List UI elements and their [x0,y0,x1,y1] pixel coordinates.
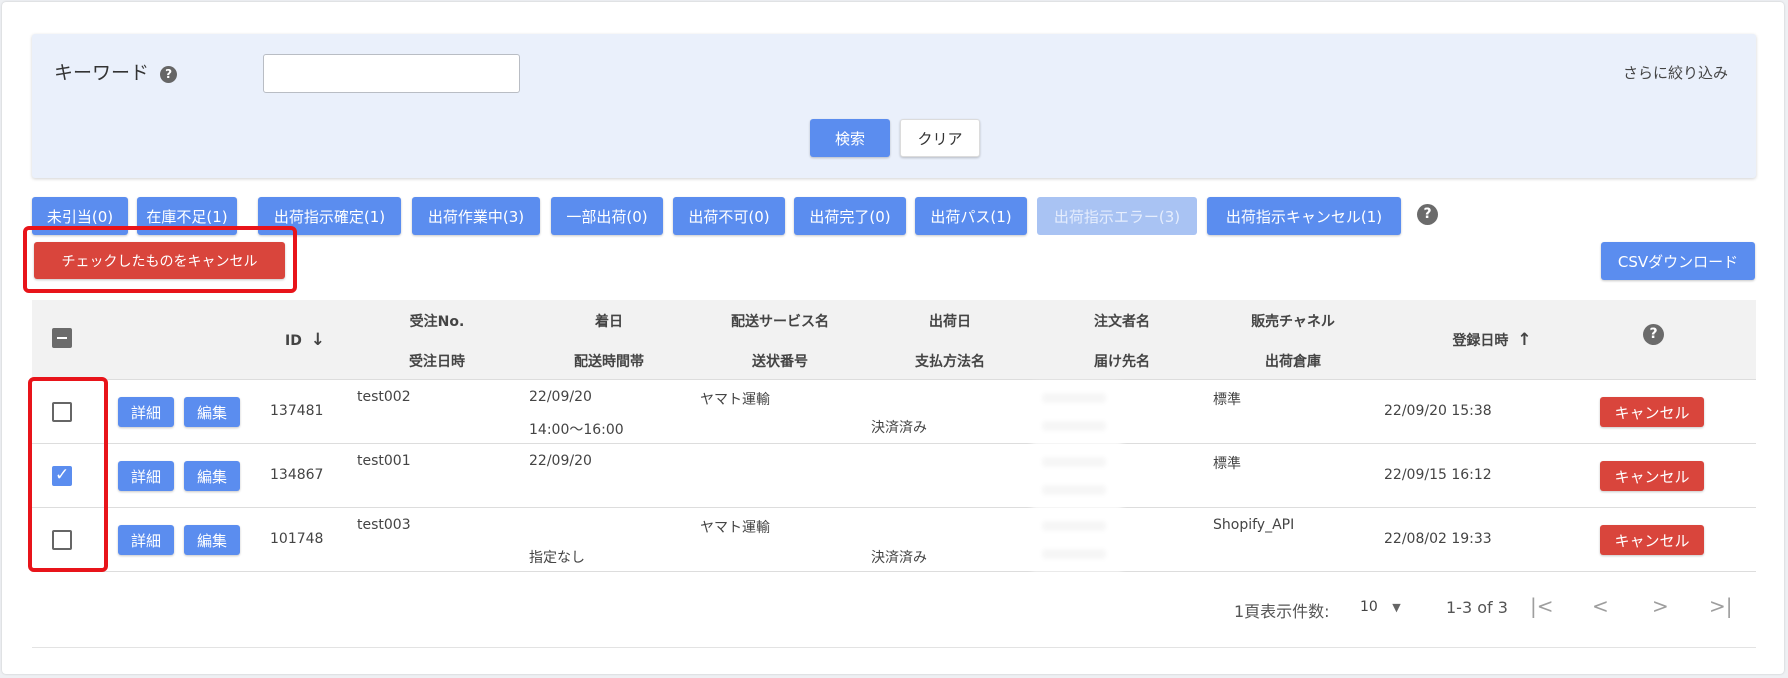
prev-page-icon[interactable]: < [1592,594,1609,618]
header-recipient[interactable]: 届け先名 [1094,351,1150,371]
main-card: キーワード ? さらに絞り込み 検索 クリア 未引当(0) 在庫不足(1) 出荷… [2,2,1784,674]
keyword-label: キーワード ? [54,58,178,85]
edit-button[interactable]: 編集 [184,461,240,491]
search-button[interactable]: 検索 [810,119,890,157]
table-header: ID ↓ 受注No. 受注日時 着日 配送時間帯 配送サービス名 送状番号 出荷… [32,300,1756,380]
table-row: 詳細 編集 137481 test002 22/09/20 14:00〜16:0… [32,381,1756,444]
cell-registered-at: 22/09/20 15:38 [1384,403,1492,419]
header-order-date[interactable]: 受注日時 [409,351,465,371]
edit-button[interactable]: 編集 [184,525,240,555]
header-orderer[interactable]: 注文者名 [1094,311,1150,331]
cell-channel: 標準 [1213,392,1241,408]
row-checkbox[interactable] [52,530,72,550]
header-registered-label: 登録日時 [1452,333,1509,349]
keyword-input[interactable] [263,54,520,93]
bottom-divider [32,647,1756,648]
table-row: 詳細 編集 101748 test003 指定なし ヤマト運輸 決済済み Sho… [32,509,1756,572]
status-tab-in-progress[interactable]: 出荷作業中(3) [412,197,540,235]
cell-channel: Shopify_API [1213,517,1295,533]
rows-per-page-select[interactable]: 10 ▼ [1360,599,1401,615]
status-tab-instruction-confirmed[interactable]: 出荷指示確定(1) [258,197,401,235]
header-order-no[interactable]: 受注No. [410,311,465,331]
header-warehouse[interactable]: 出荷倉庫 [1265,351,1321,371]
cell-delivery-time: 14:00〜16:00 [529,422,624,438]
header-tracking-no[interactable]: 送状番号 [752,351,808,371]
cell-order-no: test003 [357,517,411,533]
cell-order-no: test002 [357,389,411,405]
cell-arrival-date: 22/09/20 [529,453,592,469]
header-channel[interactable]: 販売チャネル [1251,311,1335,331]
status-help-icon[interactable]: ? [1417,204,1438,225]
more-filter-link[interactable]: さらに絞り込み [1623,62,1728,83]
rows-per-page-label: 1頁表示件数: [1234,602,1330,621]
detail-button[interactable]: 詳細 [118,397,174,427]
cell-payment: 決済済み [871,420,927,436]
next-page-icon[interactable]: > [1652,594,1669,618]
header-payment[interactable]: 支払方法名 [915,351,985,371]
cell-arrival-date: 22/09/20 [529,389,592,405]
cell-delivery-service: ヤマト運輸 [700,520,770,536]
header-help-icon[interactable]: ? [1643,324,1664,345]
status-tab-unallocated[interactable]: 未引当(0) [32,197,128,235]
row-cancel-button[interactable]: キャンセル [1600,461,1704,491]
sort-down-icon: ↓ [310,330,325,350]
status-tab-out-of-stock[interactable]: 在庫不足(1) [137,197,237,235]
sort-up-icon: ↑ [1517,330,1532,350]
header-ship-date[interactable]: 出荷日 [929,311,971,331]
cell-registered-at: 22/09/15 16:12 [1384,467,1492,483]
header-registered-at[interactable]: 登録日時 ↑ [1452,330,1531,350]
header-delivery-service[interactable]: 配送サービス名 [731,311,829,331]
cell-id: 134867 [270,467,324,483]
privacy-blur [1032,382,1122,572]
cell-id: 101748 [270,531,324,547]
cell-registered-at: 22/08/02 19:33 [1384,531,1492,547]
detail-button[interactable]: 詳細 [118,461,174,491]
status-tab-cancelled[interactable]: 出荷指示キャンセル(1) [1207,197,1401,235]
keyword-label-text: キーワード [54,62,150,84]
edit-button[interactable]: 編集 [184,397,240,427]
last-page-icon[interactable]: >| [1709,594,1733,618]
status-tab-error: 出荷指示エラー(3) [1037,197,1197,235]
table-row: ✓ 詳細 編集 134867 test001 22/09/20 標準 22/09… [32,445,1756,508]
header-id-label: ID [285,333,302,349]
row-checkbox[interactable]: ✓ [52,465,72,486]
row-checkbox[interactable] [52,402,72,422]
row-cancel-button[interactable]: キャンセル [1600,525,1704,555]
clear-button[interactable]: クリア [900,119,980,157]
cell-id: 137481 [270,403,324,419]
select-all-checkbox[interactable] [52,328,72,348]
search-panel: キーワード ? さらに絞り込み 検索 クリア [32,34,1756,178]
status-tab-cannot-ship[interactable]: 出荷不可(0) [673,197,785,235]
cell-delivery-time: 指定なし [529,550,585,566]
status-tab-pass[interactable]: 出荷パス(1) [915,197,1027,235]
checkmark-icon: ✓ [55,465,70,485]
detail-button[interactable]: 詳細 [118,525,174,555]
header-arrival-date[interactable]: 着日 [595,311,623,331]
status-tab-shipped[interactable]: 出荷完了(0) [794,197,906,235]
cancel-checked-button[interactable]: チェックしたものをキャンセル [34,242,285,279]
row-cancel-button[interactable]: キャンセル [1600,397,1704,427]
cell-order-no: test001 [357,453,411,469]
cell-channel: 標準 [1213,456,1241,472]
cell-payment: 決済済み [871,550,927,566]
pagination-range: 1-3 of 3 [1446,598,1508,617]
first-page-icon[interactable]: |< [1530,594,1554,618]
csv-download-button[interactable]: CSVダウンロード [1601,242,1755,280]
header-id[interactable]: ID ↓ [285,330,325,350]
status-tab-partial-shipment[interactable]: 一部出荷(0) [551,197,663,235]
dropdown-icon: ▼ [1392,601,1401,614]
cell-delivery-service: ヤマト運輸 [700,392,770,408]
rows-per-page-value: 10 [1360,599,1378,615]
header-delivery-time[interactable]: 配送時間帯 [574,351,644,371]
minus-icon [57,337,67,339]
keyword-help-icon[interactable]: ? [160,66,178,83]
